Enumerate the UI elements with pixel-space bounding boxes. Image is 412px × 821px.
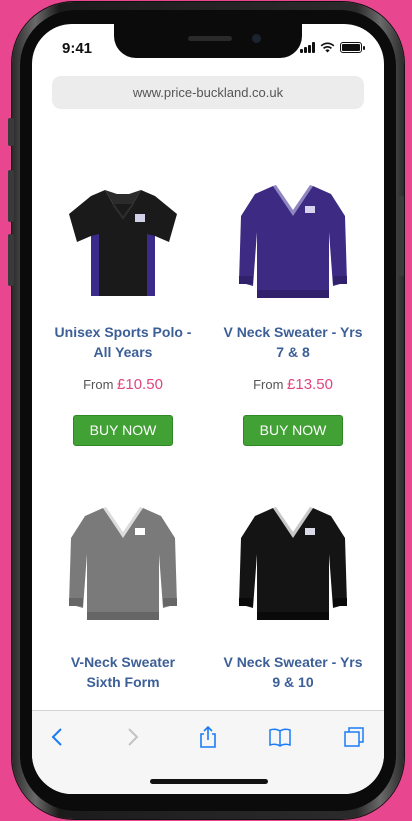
product-image-purple-sweater[interactable] (233, 176, 353, 306)
share-icon[interactable] (196, 725, 220, 749)
price-amount: £10.50 (117, 376, 163, 393)
battery-icon (340, 42, 365, 53)
product-card: V Neck Sweater - Yrs 7 & 8 From £13.50 B… (208, 176, 378, 446)
phone-screen: 9:41 www.price-buckland.co.uk Unisex Spo… (32, 24, 384, 794)
product-title[interactable]: Unisex Sports Polo - All Years (38, 322, 208, 362)
volume-down-button (8, 234, 14, 286)
product-image-black-sweater[interactable] (233, 498, 353, 628)
front-camera (252, 34, 261, 43)
product-card: Unisex Sports Polo - All Years From £10.… (38, 176, 208, 446)
status-icons (300, 42, 365, 53)
speaker (188, 36, 232, 41)
silent-switch (8, 118, 14, 146)
wifi-icon (320, 42, 335, 53)
product-title[interactable]: V Neck Sweater - Yrs 7 & 8 (208, 322, 378, 362)
address-bar[interactable]: www.price-buckland.co.uk (52, 76, 364, 109)
buy-now-button[interactable]: BUY NOW (73, 415, 173, 446)
url-text: www.price-buckland.co.uk (132, 85, 284, 100)
cellular-signal-icon (300, 42, 315, 53)
product-image-grey-sweater[interactable] (63, 498, 183, 628)
tabs-icon[interactable] (342, 725, 366, 749)
home-indicator[interactable] (150, 779, 268, 784)
price-line: From £13.50 (253, 376, 333, 393)
buy-now-button[interactable]: BUY NOW (243, 415, 343, 446)
product-card: V Neck Sweater - Yrs 9 & 10 (208, 498, 378, 692)
product-card: V-Neck Sweater Sixth Form (38, 498, 208, 692)
back-icon[interactable] (46, 725, 70, 749)
bookmarks-icon[interactable] (268, 725, 292, 749)
forward-icon[interactable] (120, 725, 144, 749)
price-amount: £13.50 (287, 376, 333, 393)
price-line: From £10.50 (83, 376, 163, 393)
power-button (398, 196, 404, 276)
product-title[interactable]: V Neck Sweater - Yrs 9 & 10 (208, 652, 378, 692)
product-title[interactable]: V-Neck Sweater Sixth Form (38, 652, 208, 692)
browser-toolbar (32, 710, 384, 794)
product-image-sports-polo[interactable] (63, 176, 183, 306)
product-grid: Unisex Sports Polo - All Years From £10.… (32, 120, 384, 720)
status-time: 9:41 (62, 40, 93, 57)
notch (114, 24, 302, 58)
volume-up-button (8, 170, 14, 222)
